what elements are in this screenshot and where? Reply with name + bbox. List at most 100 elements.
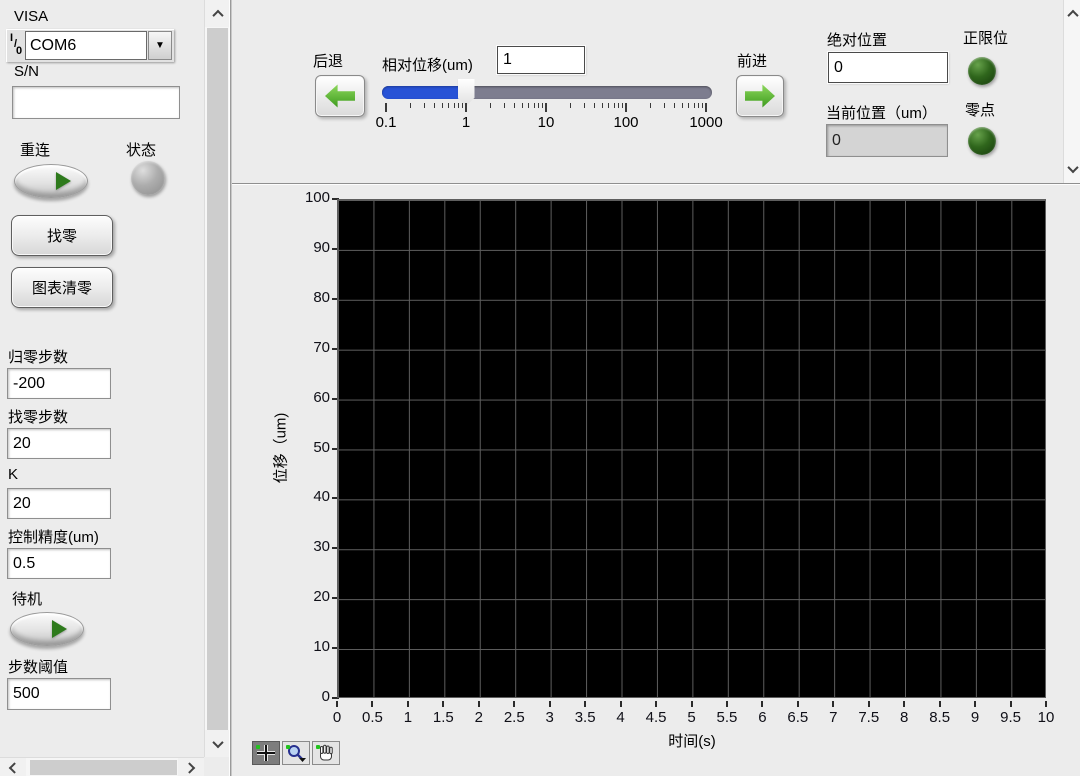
current-position-indicator: 0 [826, 124, 948, 157]
x-tick-mark [442, 701, 444, 707]
x-tick-mark [549, 701, 551, 707]
scroll-right-button[interactable] [178, 758, 204, 776]
slider-minor-tick [448, 103, 449, 108]
x-tick-mark [797, 701, 799, 707]
standby-toggle[interactable] [10, 612, 84, 646]
y-tick-label: 20 [232, 588, 330, 605]
find-zero-button[interactable]: 找零 [11, 215, 113, 256]
chevron-up-icon [212, 9, 223, 20]
slider-minor-tick [650, 103, 651, 108]
x-tick-mark [868, 701, 870, 707]
x-tick-mark [620, 701, 622, 707]
slider-minor-tick [522, 103, 523, 108]
top-pane-vscrollbar[interactable] [1063, 0, 1080, 183]
clear-chart-button[interactable]: 图表清零 [11, 267, 113, 308]
find-zero-steps-label: 找零步数 [8, 406, 68, 427]
zoom-tool-button[interactable] [282, 741, 310, 765]
slider-fill [382, 86, 466, 99]
waveform-chart-plot-area[interactable] [337, 199, 1046, 698]
x-tick-label: 8 [900, 709, 908, 726]
x-tick-mark [974, 701, 976, 707]
find-zero-steps-input[interactable] [7, 428, 111, 459]
x-tick-mark [407, 701, 409, 707]
left-pane-hscrollbar[interactable] [0, 757, 204, 776]
slider-thumb[interactable] [458, 79, 475, 106]
slider-minor-tick [698, 103, 699, 108]
slider-minor-tick [602, 103, 603, 108]
slider-major-tick [465, 103, 467, 112]
chevron-up-icon [1067, 10, 1078, 21]
home-steps-input[interactable] [7, 368, 111, 399]
slider-minor-tick [584, 103, 585, 108]
slider-minor-tick [682, 103, 683, 108]
step-threshold-input[interactable] [7, 678, 111, 710]
scroll-up-button[interactable] [205, 0, 230, 27]
toggle-arrow-icon [56, 172, 71, 190]
toggle-arrow-icon [52, 620, 67, 638]
sn-label: S/N [14, 63, 39, 80]
k-label: K [8, 466, 18, 483]
labview-front-panel: VISA I/0 COM6 ▼ S/N 重连 状态 找零 图表清零 归零步数 找… [0, 0, 1080, 776]
slider-scale-label: 0.1 [376, 114, 397, 131]
left-pane-vscrollbar[interactable] [204, 0, 229, 757]
pan-tool-button[interactable] [312, 741, 340, 765]
y-tick-label: 70 [232, 339, 330, 356]
slider-scale-labels: 0.11101001000 [386, 114, 706, 132]
top-pane: 后退 相对位移(um) 0.11101001000 前进 绝对位置 当前位置（u… [232, 0, 1080, 183]
x-tick-label: 0 [333, 709, 341, 726]
x-tick-mark [832, 701, 834, 707]
x-tick-mark [903, 701, 905, 707]
hscroll-thumb[interactable] [30, 760, 177, 775]
scroll-down-button[interactable] [205, 730, 230, 757]
x-tick-label: 9 [971, 709, 979, 726]
x-tick-label: 1.5 [433, 709, 454, 726]
slider-minor-tick [688, 103, 689, 108]
slider-minor-tick [538, 103, 539, 108]
slider-minor-tick [410, 103, 411, 108]
chevron-down-icon [212, 736, 223, 747]
y-tick-label: 90 [232, 239, 330, 256]
tool-active-dot [316, 745, 320, 749]
slider-minor-tick [514, 103, 515, 108]
cursor-tool-button[interactable] [252, 741, 280, 765]
x-tick-label: 5.5 [717, 709, 738, 726]
x-tick-label: 6.5 [787, 709, 808, 726]
vscroll-thumb[interactable] [207, 28, 228, 731]
arrow-right-icon [745, 84, 775, 108]
absolute-position-input[interactable] [828, 52, 948, 83]
relative-displacement-input[interactable] [497, 46, 585, 74]
slider-major-tick [625, 103, 627, 112]
slider-minor-tick [614, 103, 615, 108]
control-precision-input[interactable] [7, 548, 111, 579]
slider-tick-marks [386, 103, 706, 113]
visa-resource-combo[interactable]: I/0 COM6 ▼ [6, 29, 174, 62]
visa-resource-value[interactable]: COM6 [25, 31, 147, 60]
x-tick-label: 1 [404, 709, 412, 726]
slider-major-tick [545, 103, 547, 112]
x-tick-mark [726, 701, 728, 707]
slider-minor-tick [594, 103, 595, 108]
back-button[interactable] [315, 75, 365, 117]
combo-dropdown-button[interactable]: ▼ [148, 31, 172, 60]
scroll-up-button[interactable] [1064, 2, 1080, 26]
x-tick-mark [761, 701, 763, 707]
forward-button[interactable] [736, 75, 784, 117]
home-steps-label: 归零步数 [8, 346, 68, 367]
sn-field[interactable] [12, 86, 180, 119]
slider-minor-tick [462, 103, 463, 108]
visa-label: VISA [14, 8, 48, 25]
reconnect-toggle[interactable] [14, 164, 88, 198]
x-tick-label: 2 [475, 709, 483, 726]
scroll-down-button[interactable] [1064, 157, 1080, 181]
step-threshold-label: 步数阈值 [8, 656, 68, 677]
x-tick-mark [939, 701, 941, 707]
arrow-left-icon [325, 84, 355, 108]
slider-minor-tick [490, 103, 491, 108]
x-tick-label: 4.5 [646, 709, 667, 726]
x-tick-mark [655, 701, 657, 707]
scroll-left-button[interactable] [0, 758, 26, 776]
tool-active-dot [256, 745, 260, 749]
slider-minor-tick [434, 103, 435, 108]
slider-minor-tick [622, 103, 623, 108]
k-input[interactable] [7, 488, 111, 519]
